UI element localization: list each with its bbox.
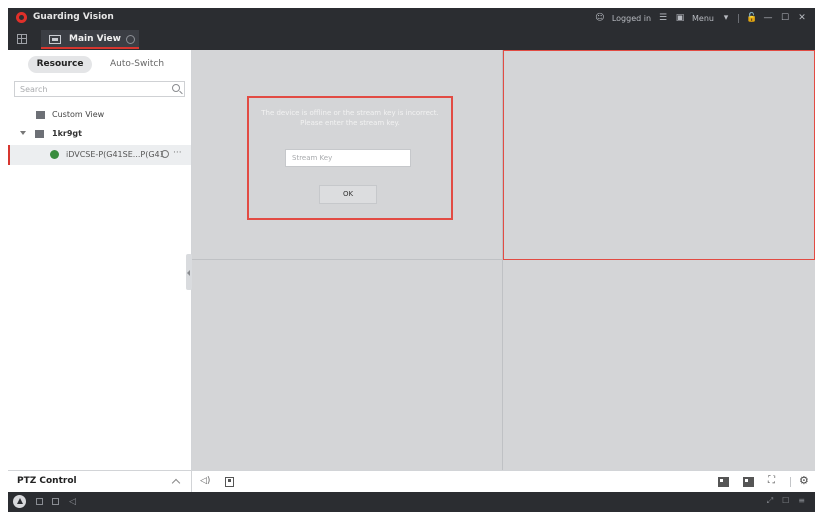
- alarm-logo-icon[interactable]: [13, 495, 26, 508]
- layout-icon[interactable]: [743, 477, 754, 487]
- module-grid-icon[interactable]: [17, 34, 27, 44]
- tab-bar: Main View: [8, 28, 815, 50]
- log-icon[interactable]: [52, 498, 59, 505]
- title-controls: ☺ Logged in ☰ ▣ Menu ▾ 🔓 — ☐ ✕: [595, 11, 807, 25]
- view-window-3[interactable]: [192, 260, 503, 470]
- window-division-icon[interactable]: [718, 477, 729, 487]
- volume-icon[interactable]: ◁): [200, 476, 210, 486]
- record-icon[interactable]: [161, 150, 169, 158]
- client-window: Guarding Vision ☺ Logged in ☰ ▣ Menu ▾ 🔓…: [8, 8, 815, 512]
- expand-icon[interactable]: ⤢: [767, 496, 773, 506]
- view-toolbar: ◁) ⛶ ⚙: [192, 470, 815, 492]
- custom-view-icon: [36, 111, 45, 119]
- chevron-up-icon[interactable]: [171, 478, 181, 488]
- view-window-4[interactable]: [503, 260, 815, 470]
- event-icon[interactable]: [36, 498, 43, 505]
- gear-icon[interactable]: ⚙: [799, 474, 809, 487]
- device-name: iDVCSE-P(G41SE...P(G41: [66, 150, 165, 159]
- sidebar-segment-control: Resource Auto-Switch: [18, 56, 178, 73]
- tree-item-device[interactable]: iDVCSE-P(G41SE...P(G41 ···: [8, 145, 191, 165]
- title-bar: Guarding Vision ☺ Logged in ☰ ▣ Menu ▾ 🔓…: [8, 8, 815, 28]
- save-view-icon[interactable]: [225, 477, 234, 487]
- tree-item-group[interactable]: 1kr9gt: [8, 126, 191, 143]
- ptz-control-label: PTZ Control: [17, 476, 77, 486]
- more-options-icon[interactable]: ···: [173, 148, 182, 158]
- list-icon[interactable]: ☰: [658, 13, 668, 23]
- tab-main-view[interactable]: Main View: [41, 30, 139, 49]
- search-input[interactable]: [15, 82, 165, 96]
- status-bar: ◁ ⤢ ☐ ≡: [8, 492, 815, 512]
- app-logo-icon: [16, 12, 27, 23]
- ok-button[interactable]: OK: [319, 185, 377, 204]
- status-right-icons: ⤢ ☐ ≡: [767, 496, 805, 506]
- search-icon[interactable]: [172, 84, 180, 92]
- login-status[interactable]: Logged in: [612, 14, 651, 23]
- resource-tab[interactable]: Resource: [28, 56, 92, 73]
- stream-key-dialog: The device is offline or the stream key …: [247, 96, 453, 220]
- view-window-1[interactable]: The device is offline or the stream key …: [192, 50, 503, 260]
- tree-item-label: 1kr9gt: [52, 129, 82, 138]
- title-separator: [738, 13, 739, 23]
- window-icon[interactable]: ☐: [782, 496, 789, 506]
- fullscreen-icon[interactable]: ⛶: [768, 475, 775, 486]
- group-icon: [35, 130, 44, 138]
- image-icon[interactable]: ▣: [675, 13, 685, 23]
- ptz-control-panel[interactable]: PTZ Control: [8, 470, 192, 492]
- camera-online-icon: [50, 150, 59, 159]
- tree-item-custom-view[interactable]: Custom View: [8, 107, 191, 124]
- expand-caret-icon[interactable]: [20, 131, 26, 135]
- search-box: [14, 81, 185, 97]
- minimize-button[interactable]: —: [763, 13, 773, 23]
- lock-icon[interactable]: 🔓: [746, 13, 757, 23]
- live-view-grid: The device is offline or the stream key …: [192, 50, 815, 470]
- tab-label: Main View: [69, 34, 121, 44]
- toolbar-separator: [790, 477, 791, 487]
- menu-button[interactable]: Menu: [692, 14, 714, 23]
- dialog-message: The device is offline or the stream key …: [261, 109, 439, 127]
- maximize-button[interactable]: ☐: [780, 13, 790, 23]
- tree-item-label: Custom View: [52, 110, 105, 119]
- menu-caret-icon[interactable]: ▾: [721, 13, 731, 23]
- tab-close-icon[interactable]: [126, 35, 135, 44]
- view-window-2[interactable]: [503, 50, 815, 260]
- resource-sidebar: Resource Auto-Switch Custom View 1kr9gt …: [8, 50, 192, 470]
- list-icon[interactable]: ≡: [798, 496, 805, 506]
- close-button[interactable]: ✕: [797, 13, 807, 23]
- audio-icon[interactable]: ◁: [69, 497, 76, 507]
- stream-key-input[interactable]: [285, 149, 411, 167]
- monitor-icon: [49, 35, 61, 44]
- app-title: Guarding Vision: [33, 12, 114, 22]
- auto-switch-tab[interactable]: Auto-Switch: [104, 56, 170, 73]
- user-icon: ☺: [595, 13, 605, 23]
